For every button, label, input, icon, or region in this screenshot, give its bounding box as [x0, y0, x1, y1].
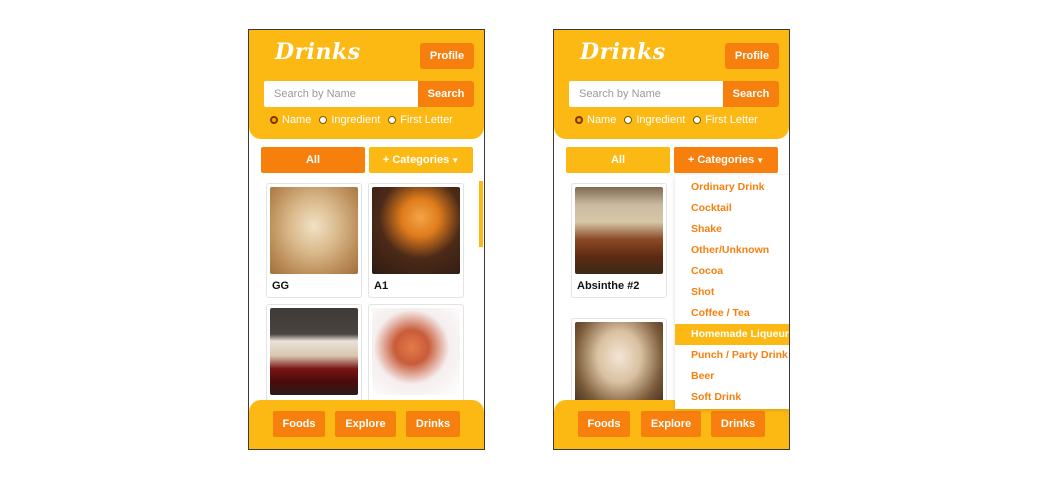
drinks-screen-right: Drinks Profile Search Name Ingredient Fi…: [553, 29, 790, 450]
filter-all-button[interactable]: All: [566, 147, 670, 173]
footer-nav: Foods Explore Drinks: [249, 400, 484, 449]
drink-name: A1: [374, 280, 389, 292]
search-type-radios: Name Ingredient First Letter: [270, 114, 453, 126]
radio-label: Name: [587, 114, 617, 126]
dropdown-item-coffee-tea[interactable]: Coffee / Tea: [675, 303, 789, 324]
drink-card[interactable]: GG: [266, 183, 362, 298]
header: Drinks Profile Search Name Ingredient Fi…: [554, 30, 789, 139]
radio-name[interactable]: Name: [270, 114, 311, 126]
dropdown-item-cocktail[interactable]: Cocktail: [675, 198, 789, 219]
app-logo: Drinks: [580, 39, 666, 65]
dropdown-item-shot[interactable]: Shot: [675, 282, 789, 303]
dropdown-item-shake[interactable]: Shake: [675, 219, 789, 240]
categories-label: + Categories: [382, 154, 450, 166]
caret-down-icon: ▼: [756, 156, 765, 165]
drink-image: [575, 322, 663, 409]
radio-button[interactable]: [693, 116, 702, 124]
drink-card[interactable]: A1: [368, 183, 464, 298]
dropdown-item-homemade-liqueur[interactable]: Homemade Liqueur: [675, 324, 789, 345]
drink-image: [575, 187, 663, 274]
radio-first-letter[interactable]: First Letter: [388, 114, 453, 126]
explore-nav-button[interactable]: Explore: [335, 411, 396, 437]
radio-name[interactable]: Name: [575, 114, 616, 126]
drinks-nav-button[interactable]: Drinks: [711, 411, 765, 437]
profile-button[interactable]: Profile: [420, 43, 474, 69]
categories-dropdown-button[interactable]: + Categories ▼: [674, 147, 778, 173]
header: Drinks Profile Search Name Ingredient Fi…: [249, 30, 484, 139]
radio-label: First Letter: [705, 114, 758, 126]
dropdown-item-punch-party-drink[interactable]: Punch / Party Drink: [675, 345, 789, 366]
radio-button-checked[interactable]: [575, 116, 583, 124]
drinks-nav-button[interactable]: Drinks: [406, 411, 460, 437]
foods-nav-button[interactable]: Foods: [578, 411, 630, 437]
app-logo: Drinks: [275, 39, 361, 65]
radio-label: First Letter: [400, 114, 453, 126]
radio-button-checked[interactable]: [270, 116, 278, 124]
categories-dropdown-menu: Ordinary Drink Cocktail Shake Other/Unkn…: [675, 175, 789, 409]
caret-down-icon: ▼: [451, 156, 460, 165]
radio-button[interactable]: [319, 116, 328, 124]
radio-ingredient[interactable]: Ingredient: [319, 114, 380, 126]
dropdown-item-ordinary-drink[interactable]: Ordinary Drink: [675, 177, 789, 198]
foods-nav-button[interactable]: Foods: [273, 411, 325, 437]
drink-image: [372, 308, 460, 395]
radio-ingredient[interactable]: Ingredient: [624, 114, 685, 126]
radio-label: Ingredient: [331, 114, 381, 126]
radio-button[interactable]: [624, 116, 633, 124]
dropdown-item-beer[interactable]: Beer: [675, 366, 789, 387]
profile-button[interactable]: Profile: [725, 43, 779, 69]
drink-image: [270, 308, 358, 395]
radio-first-letter[interactable]: First Letter: [693, 114, 758, 126]
search-input[interactable]: [569, 81, 723, 107]
drink-card[interactable]: Absinthe #2: [571, 183, 667, 298]
scrollbar[interactable]: [479, 181, 483, 247]
filter-all-button[interactable]: All: [261, 147, 365, 173]
drink-image: [270, 187, 358, 274]
dropdown-item-soft-drink[interactable]: Soft Drink: [675, 387, 789, 408]
drink-name: Absinthe #2: [577, 280, 640, 292]
search-button[interactable]: Search: [418, 81, 474, 107]
search-input[interactable]: [264, 81, 418, 107]
radio-button[interactable]: [388, 116, 397, 124]
dropdown-item-cocoa[interactable]: Cocoa: [675, 261, 789, 282]
dropdown-item-other-unknown[interactable]: Other/Unknown: [675, 240, 789, 261]
radio-label: Name: [282, 114, 312, 126]
radio-label: Ingredient: [636, 114, 686, 126]
drink-name: GG: [272, 280, 290, 292]
categories-label: + Categories: [687, 154, 755, 166]
categories-dropdown-button[interactable]: + Categories ▼: [369, 147, 473, 173]
drinks-screen-left: Drinks Profile Search Name Ingredient Fi…: [248, 29, 485, 450]
search-button[interactable]: Search: [723, 81, 779, 107]
explore-nav-button[interactable]: Explore: [641, 411, 701, 437]
search-type-radios: Name Ingredient First Letter: [575, 114, 758, 126]
drink-image: [372, 187, 460, 274]
